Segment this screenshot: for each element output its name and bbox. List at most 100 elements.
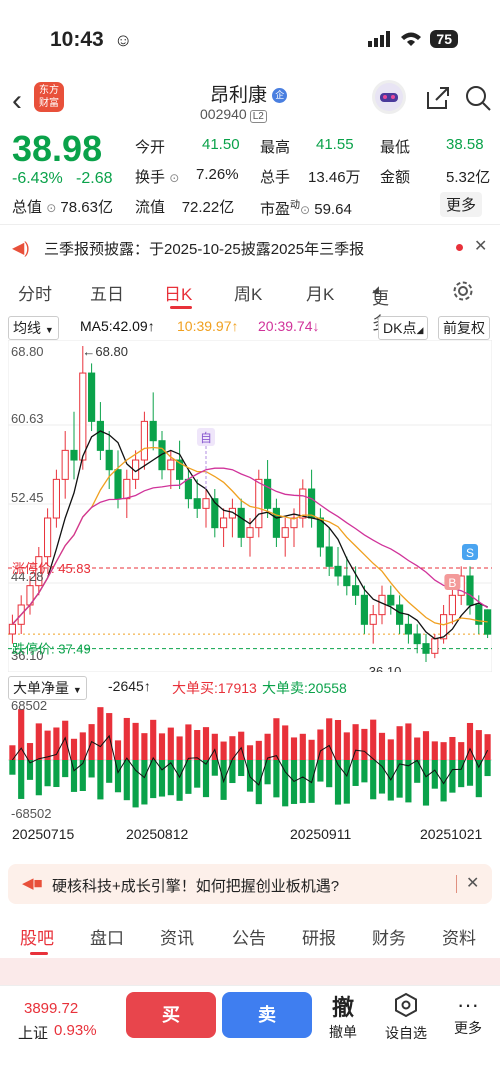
settings-gear-icon[interactable] [452,280,474,302]
quote-values-col3: 38.58 5.32亿 [446,136,491,186]
candle-body [360,594,368,625]
big-buy-bar [378,732,386,760]
divider-bar [456,875,457,893]
big-buy-bar [334,719,342,760]
big-buy-bar [158,733,166,760]
tab-monthly-k[interactable]: 月K [306,280,334,305]
tab-order-book[interactable]: 盘口 [90,924,124,949]
big-buy-bar [176,736,183,760]
big-sell-bar [158,760,166,797]
big-buy-bar [475,730,482,760]
candle-body [308,488,316,519]
big-buy-bar [414,737,421,760]
candle-body [167,459,175,471]
battery-indicator: 75 [430,30,458,48]
sell-button[interactable]: 卖 [222,992,312,1038]
net-volume-chart[interactable]: 68502 -68502 [8,698,492,822]
candle-body [325,546,333,567]
tab-finance[interactable]: 财务 [372,924,406,949]
search-icon[interactable] [464,84,492,112]
close-icon[interactable]: ✕ [466,873,479,893]
more-button[interactable]: ··· 更多 [450,992,486,1038]
speaker-icon: ◀) [12,240,30,257]
big-sell-bar [53,760,60,788]
tab-five-day[interactable]: 五日 [90,280,124,305]
big-sell-bar [273,760,280,798]
self-marker-text: 自 [200,431,212,445]
candle-body [202,498,210,509]
date-label: 20250911 [290,826,352,842]
big-buy-bar [458,742,465,760]
big-buy-bar [484,734,491,760]
volume-indicator-select[interactable]: 大单净量 ▼ [8,676,87,700]
content-tabs: 股吧 盘口 资讯 公告 研报 财务 资料 [0,920,500,956]
big-sell-bar [88,760,95,778]
tab-profile[interactable]: 资料 [442,924,476,949]
limit-up-label: 涨停价: 45.83 [12,561,91,576]
price-tick-label: 52.45 [11,490,44,505]
candle-body [422,643,430,654]
big-sell-bar [326,760,333,788]
volume-min-label: -68502 [11,806,51,821]
big-buy-bar [167,727,174,760]
big-sell-bar [484,760,491,777]
add-watchlist-button[interactable]: 设自选 [382,992,430,1043]
big-buy-bar [44,730,51,760]
candle-body [431,638,439,654]
big-sell-bar [167,760,174,796]
candle-body [88,372,96,422]
close-icon[interactable]: ✕ [474,236,487,256]
market-cap: 总值 ⊙ 78.63亿 [12,199,113,216]
share-icon[interactable] [424,84,452,112]
big-buy-bar [202,727,210,760]
big-buy-bar [299,733,306,760]
big-sell-bar [18,760,25,799]
tab-intraday[interactable]: 分时 [18,280,52,305]
sell-marker-text: S [466,546,474,560]
cancel-order-button[interactable]: 撤 撤单 [326,990,360,1042]
date-label: 20250715 [12,826,75,842]
candle-body [343,575,351,587]
big-buy-bar [150,719,157,760]
app-logo[interactable]: 东方 财富 [34,82,64,112]
big-buy-bar [290,737,298,760]
candle-body [369,614,377,625]
hexagon-icon [395,992,417,1018]
big-buy-bar [422,731,430,760]
candle-body [61,449,69,480]
big-sell-bar [70,760,78,792]
tab-daily-k[interactable]: 日K [164,280,192,305]
back-button[interactable]: ‹ [12,84,22,118]
big-sell-bar [352,760,359,786]
buy-button[interactable]: 买 [126,992,216,1038]
candle-body [105,449,113,471]
big-buy-bar [396,726,403,760]
candle-body [255,478,263,529]
candle-body [123,478,131,500]
tab-announcements[interactable]: 公告 [232,924,266,949]
tab-weekly-k[interactable]: 周K [234,280,262,305]
quote-more-button[interactable]: 更多 [440,192,483,217]
chart-controls: 均线 ▼ MA5:42.09↑ 10:39.97↑ 20:39.74↓ DK点◢… [0,314,500,340]
ma20-value: 20:39.74↓ [258,318,320,334]
list-preview [0,958,500,986]
float-cap: 流值 72.22亿 [135,199,235,216]
big-buy-bar [361,728,368,760]
date-label: 20251021 [420,826,483,842]
assistant-avatar-icon[interactable] [372,80,406,114]
date-label: 20250812 [126,826,189,842]
tab-guba[interactable]: 股吧 [20,924,54,949]
dk-point-button[interactable]: DK点◢ [378,316,429,340]
tab-news[interactable]: 资讯 [160,924,194,949]
candle-body [404,623,412,635]
candlestick-chart[interactable]: 68.8060.6352.4544.2836.10←68.8036.10→涨停价… [8,340,492,672]
promo-banner[interactable]: ◀■ 硬核科技+成长引擎！如何把握创业板机遇? ✕ [8,864,492,904]
indicator-select[interactable]: 均线 ▼ [8,316,59,340]
notice-bar[interactable]: ◀) 三季报预披露：于2025-10-25披露2025年三季报 ✕ [0,228,500,266]
net-volume-value: -2645↑ [108,678,151,694]
big-buy-bar [387,739,394,760]
big-buy-bar [70,738,78,760]
adjust-button[interactable]: 前复权 [438,316,490,340]
level2-badge[interactable]: L2 [249,110,267,123]
tab-research[interactable]: 研报 [302,924,336,949]
